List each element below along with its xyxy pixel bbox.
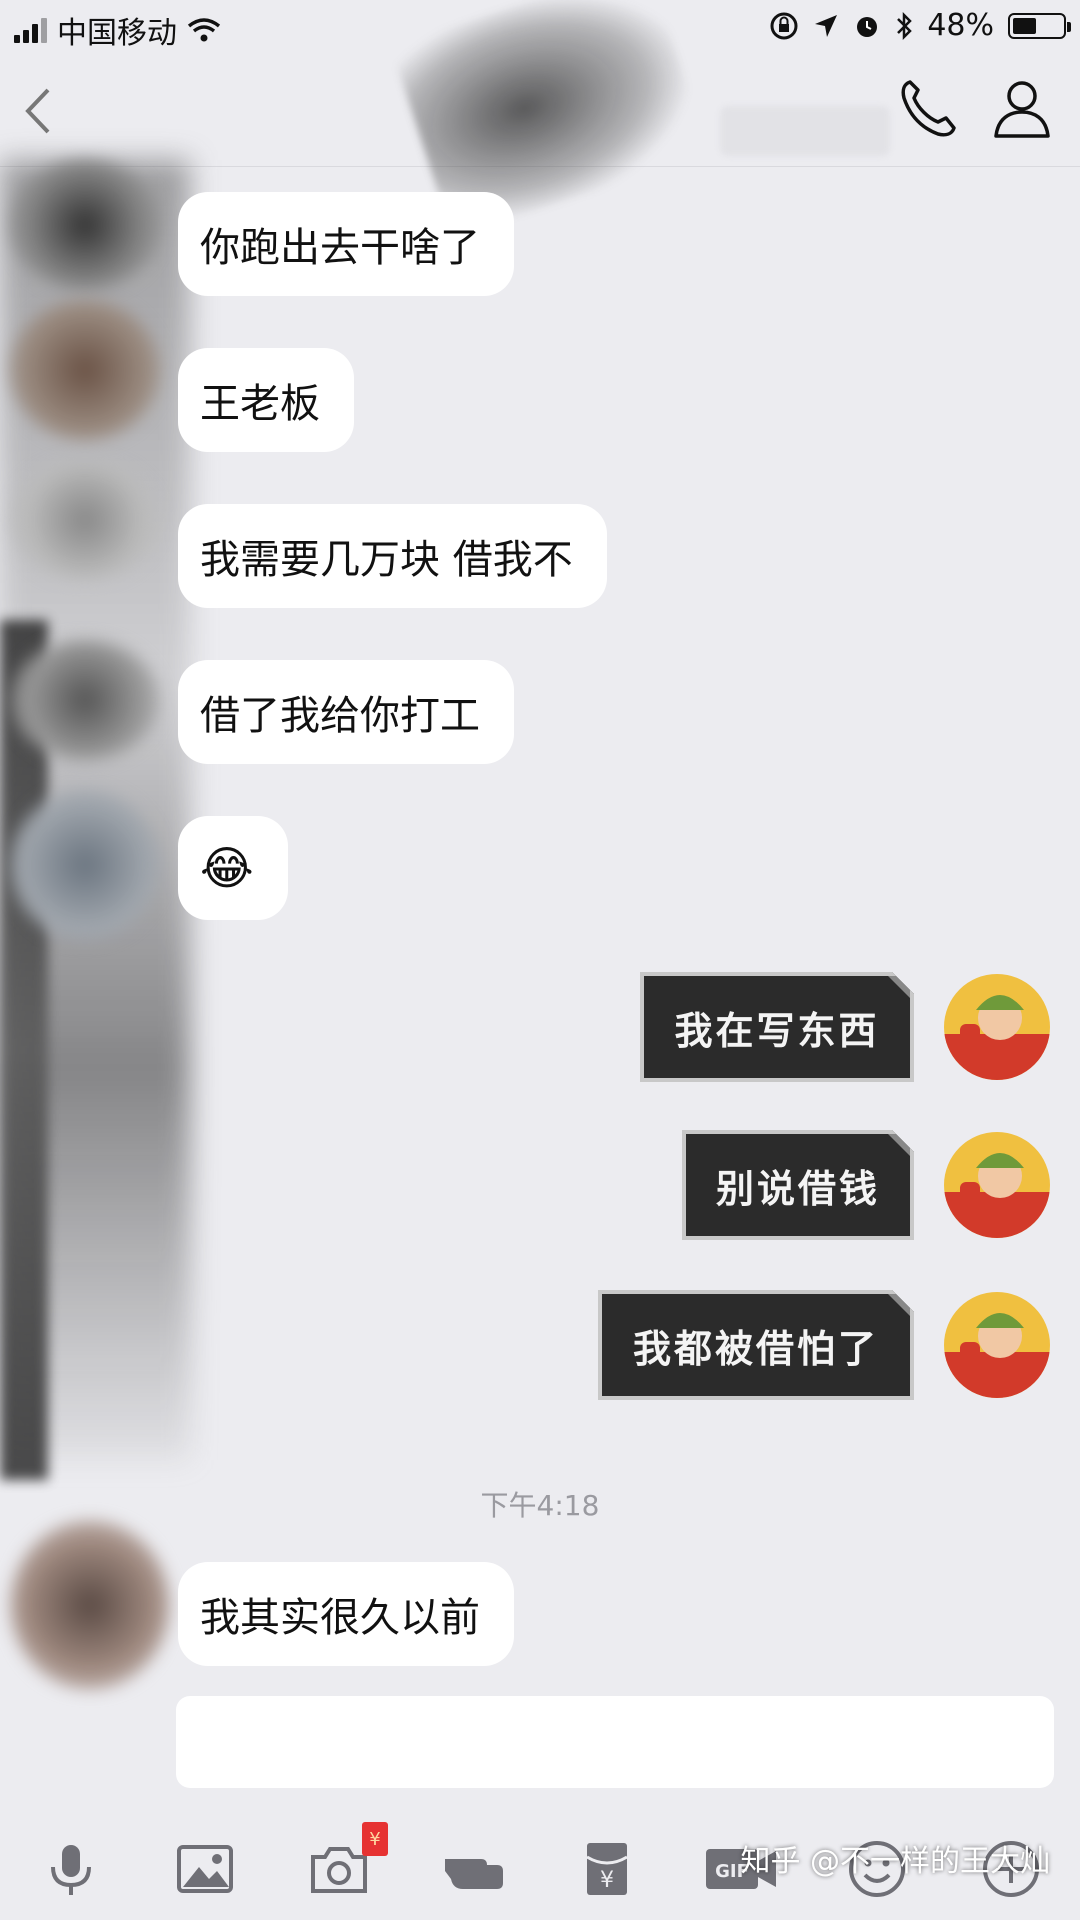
message-bubble-incoming[interactable]: 借了我给你打工 — [178, 660, 514, 764]
red-packet-symbol: ¥ — [600, 1868, 614, 1893]
back-icon[interactable] — [18, 86, 58, 136]
person-icon[interactable] — [990, 76, 1054, 140]
avatar — [10, 300, 160, 440]
carrier-label: 中国移动 — [57, 16, 177, 51]
avatar — [10, 160, 160, 290]
message-timestamp: 下午4:18 — [480, 1489, 600, 1522]
message-text: 别说借钱 — [715, 1166, 880, 1211]
image-icon[interactable] — [170, 1834, 240, 1904]
signal-icon — [14, 17, 47, 43]
microphone-icon[interactable] — [36, 1834, 106, 1904]
message-text: 我都被借怕了 — [632, 1326, 879, 1371]
message-bubble-incoming[interactable]: 我其实很久以前 — [178, 1562, 514, 1666]
camera-icon[interactable]: ¥ — [304, 1822, 388, 1904]
alarm-icon — [857, 16, 878, 37]
avatar — [10, 790, 160, 940]
wifi-icon — [187, 18, 221, 42]
message-bubble-incoming[interactable]: 你跑出去干啥了 — [178, 192, 514, 296]
message-bubble-outgoing[interactable]: 我都被借怕了 — [598, 1290, 914, 1400]
my-avatar[interactable] — [944, 1132, 1050, 1238]
contact-name-redacted — [720, 106, 890, 156]
message-text: 我在写东西 — [674, 1008, 880, 1053]
message-bubble-outgoing[interactable]: 我在写东西 — [640, 972, 914, 1082]
message-bubble-incoming[interactable]: 我需要几万块 借我不 — [178, 504, 607, 608]
message-bubble-incoming[interactable]: 😂 — [178, 816, 288, 920]
poke-icon[interactable] — [438, 1834, 508, 1904]
my-avatar[interactable] — [944, 974, 1050, 1080]
battery-icon — [1008, 12, 1071, 39]
red-packet-icon[interactable]: ¥ — [572, 1834, 642, 1904]
battery-percent: 48% — [927, 8, 994, 43]
message-input[interactable] — [176, 1696, 1054, 1788]
watermark: 知乎 @不一样的王大灿 — [740, 1844, 1050, 1879]
message-bubble-outgoing[interactable]: 别说借钱 — [682, 1130, 914, 1240]
red-packet-badge: ¥ — [362, 1822, 388, 1856]
battery-level — [1013, 17, 1036, 34]
avatar — [10, 640, 160, 760]
my-avatar[interactable] — [944, 1292, 1050, 1398]
message-bubble-incoming[interactable]: 王老板 — [178, 348, 354, 452]
avatar — [10, 1520, 170, 1690]
bluetooth-icon — [897, 11, 913, 40]
location-icon — [815, 14, 838, 37]
phone-icon[interactable] — [896, 76, 960, 140]
avatar — [10, 460, 160, 580]
orientation-lock-icon — [770, 12, 798, 39]
